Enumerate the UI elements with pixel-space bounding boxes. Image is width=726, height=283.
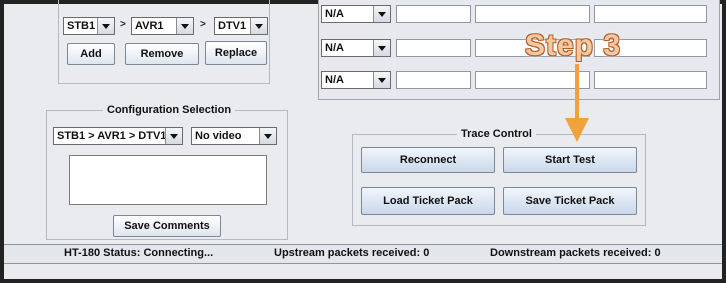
upstream-status: Upstream packets received: 0 bbox=[274, 247, 430, 259]
device-combo-1[interactable]: STB1 bbox=[63, 17, 115, 35]
chevron-down-icon[interactable] bbox=[250, 18, 267, 34]
trace-control-group: Trace Control Reconnect Start Test Load … bbox=[352, 128, 646, 226]
mapping-field[interactable] bbox=[594, 5, 707, 23]
chevron-down-icon[interactable] bbox=[373, 40, 390, 56]
chain-separator: > bbox=[200, 19, 206, 30]
step-annotation-label: Step 3 bbox=[524, 29, 622, 62]
mapping-field[interactable] bbox=[475, 5, 590, 23]
trace-control-title: Trace Control bbox=[457, 128, 536, 140]
chevron-down-icon[interactable] bbox=[165, 128, 182, 144]
mapping-combo[interactable]: N/A bbox=[321, 5, 391, 23]
combo-value: N/A bbox=[325, 74, 344, 86]
combo-value: AVR1 bbox=[135, 20, 164, 32]
add-button[interactable]: Add bbox=[67, 43, 115, 65]
chevron-down-icon[interactable] bbox=[176, 18, 193, 34]
replace-button[interactable]: Replace bbox=[205, 41, 267, 65]
reconnect-button[interactable]: Reconnect bbox=[361, 147, 495, 173]
combo-value: N/A bbox=[325, 8, 344, 20]
save-ticket-pack-button[interactable]: Save Ticket Pack bbox=[503, 187, 637, 215]
arrow-down-icon bbox=[565, 64, 589, 142]
load-ticket-pack-button[interactable]: Load Ticket Pack bbox=[361, 187, 495, 215]
chevron-down-icon[interactable] bbox=[97, 18, 114, 34]
remove-button[interactable]: Remove bbox=[125, 43, 199, 65]
combo-value: STB1 > AVR1 > DTV1 bbox=[57, 130, 167, 142]
mapping-combo[interactable]: N/A bbox=[321, 71, 391, 89]
configuration-title: Configuration Selection bbox=[103, 104, 236, 116]
save-comments-button[interactable]: Save Comments bbox=[113, 215, 221, 237]
mapping-field[interactable] bbox=[396, 5, 471, 23]
mapping-row: N/A bbox=[319, 0, 719, 29]
chain-separator: > bbox=[120, 19, 126, 30]
mapping-field[interactable] bbox=[396, 39, 471, 57]
device-combo-3[interactable]: DTV1 bbox=[214, 17, 268, 35]
combo-value: DTV1 bbox=[218, 20, 247, 32]
combo-value: No video bbox=[195, 130, 242, 142]
configuration-combo[interactable]: STB1 > AVR1 > DTV1 bbox=[53, 127, 183, 145]
chevron-down-icon[interactable] bbox=[373, 6, 390, 22]
mapping-field[interactable] bbox=[396, 71, 471, 89]
chevron-down-icon[interactable] bbox=[259, 128, 276, 144]
combo-value: N/A bbox=[325, 42, 344, 54]
mapping-combo[interactable]: N/A bbox=[321, 39, 391, 57]
configuration-selection-group: Configuration Selection STB1 > AVR1 > DT… bbox=[46, 104, 288, 240]
video-combo[interactable]: No video bbox=[191, 127, 277, 145]
start-test-button[interactable]: Start Test bbox=[503, 147, 637, 173]
status-bar: HT-180 Status: Connecting... Upstream pa… bbox=[4, 244, 722, 264]
combo-value: STB1 bbox=[67, 20, 96, 32]
ht-status: HT-180 Status: Connecting... bbox=[64, 247, 214, 259]
downstream-status: Downstream packets received: 0 bbox=[490, 247, 661, 259]
comments-textarea[interactable] bbox=[69, 155, 267, 205]
mapping-field[interactable] bbox=[594, 71, 707, 89]
device-combo-2[interactable]: AVR1 bbox=[131, 17, 194, 35]
chevron-down-icon[interactable] bbox=[373, 72, 390, 88]
mapping-row: N/A bbox=[319, 71, 719, 95]
device-chain-group: STB1 > AVR1 > DTV1 Add Remove Replace bbox=[58, 0, 270, 84]
